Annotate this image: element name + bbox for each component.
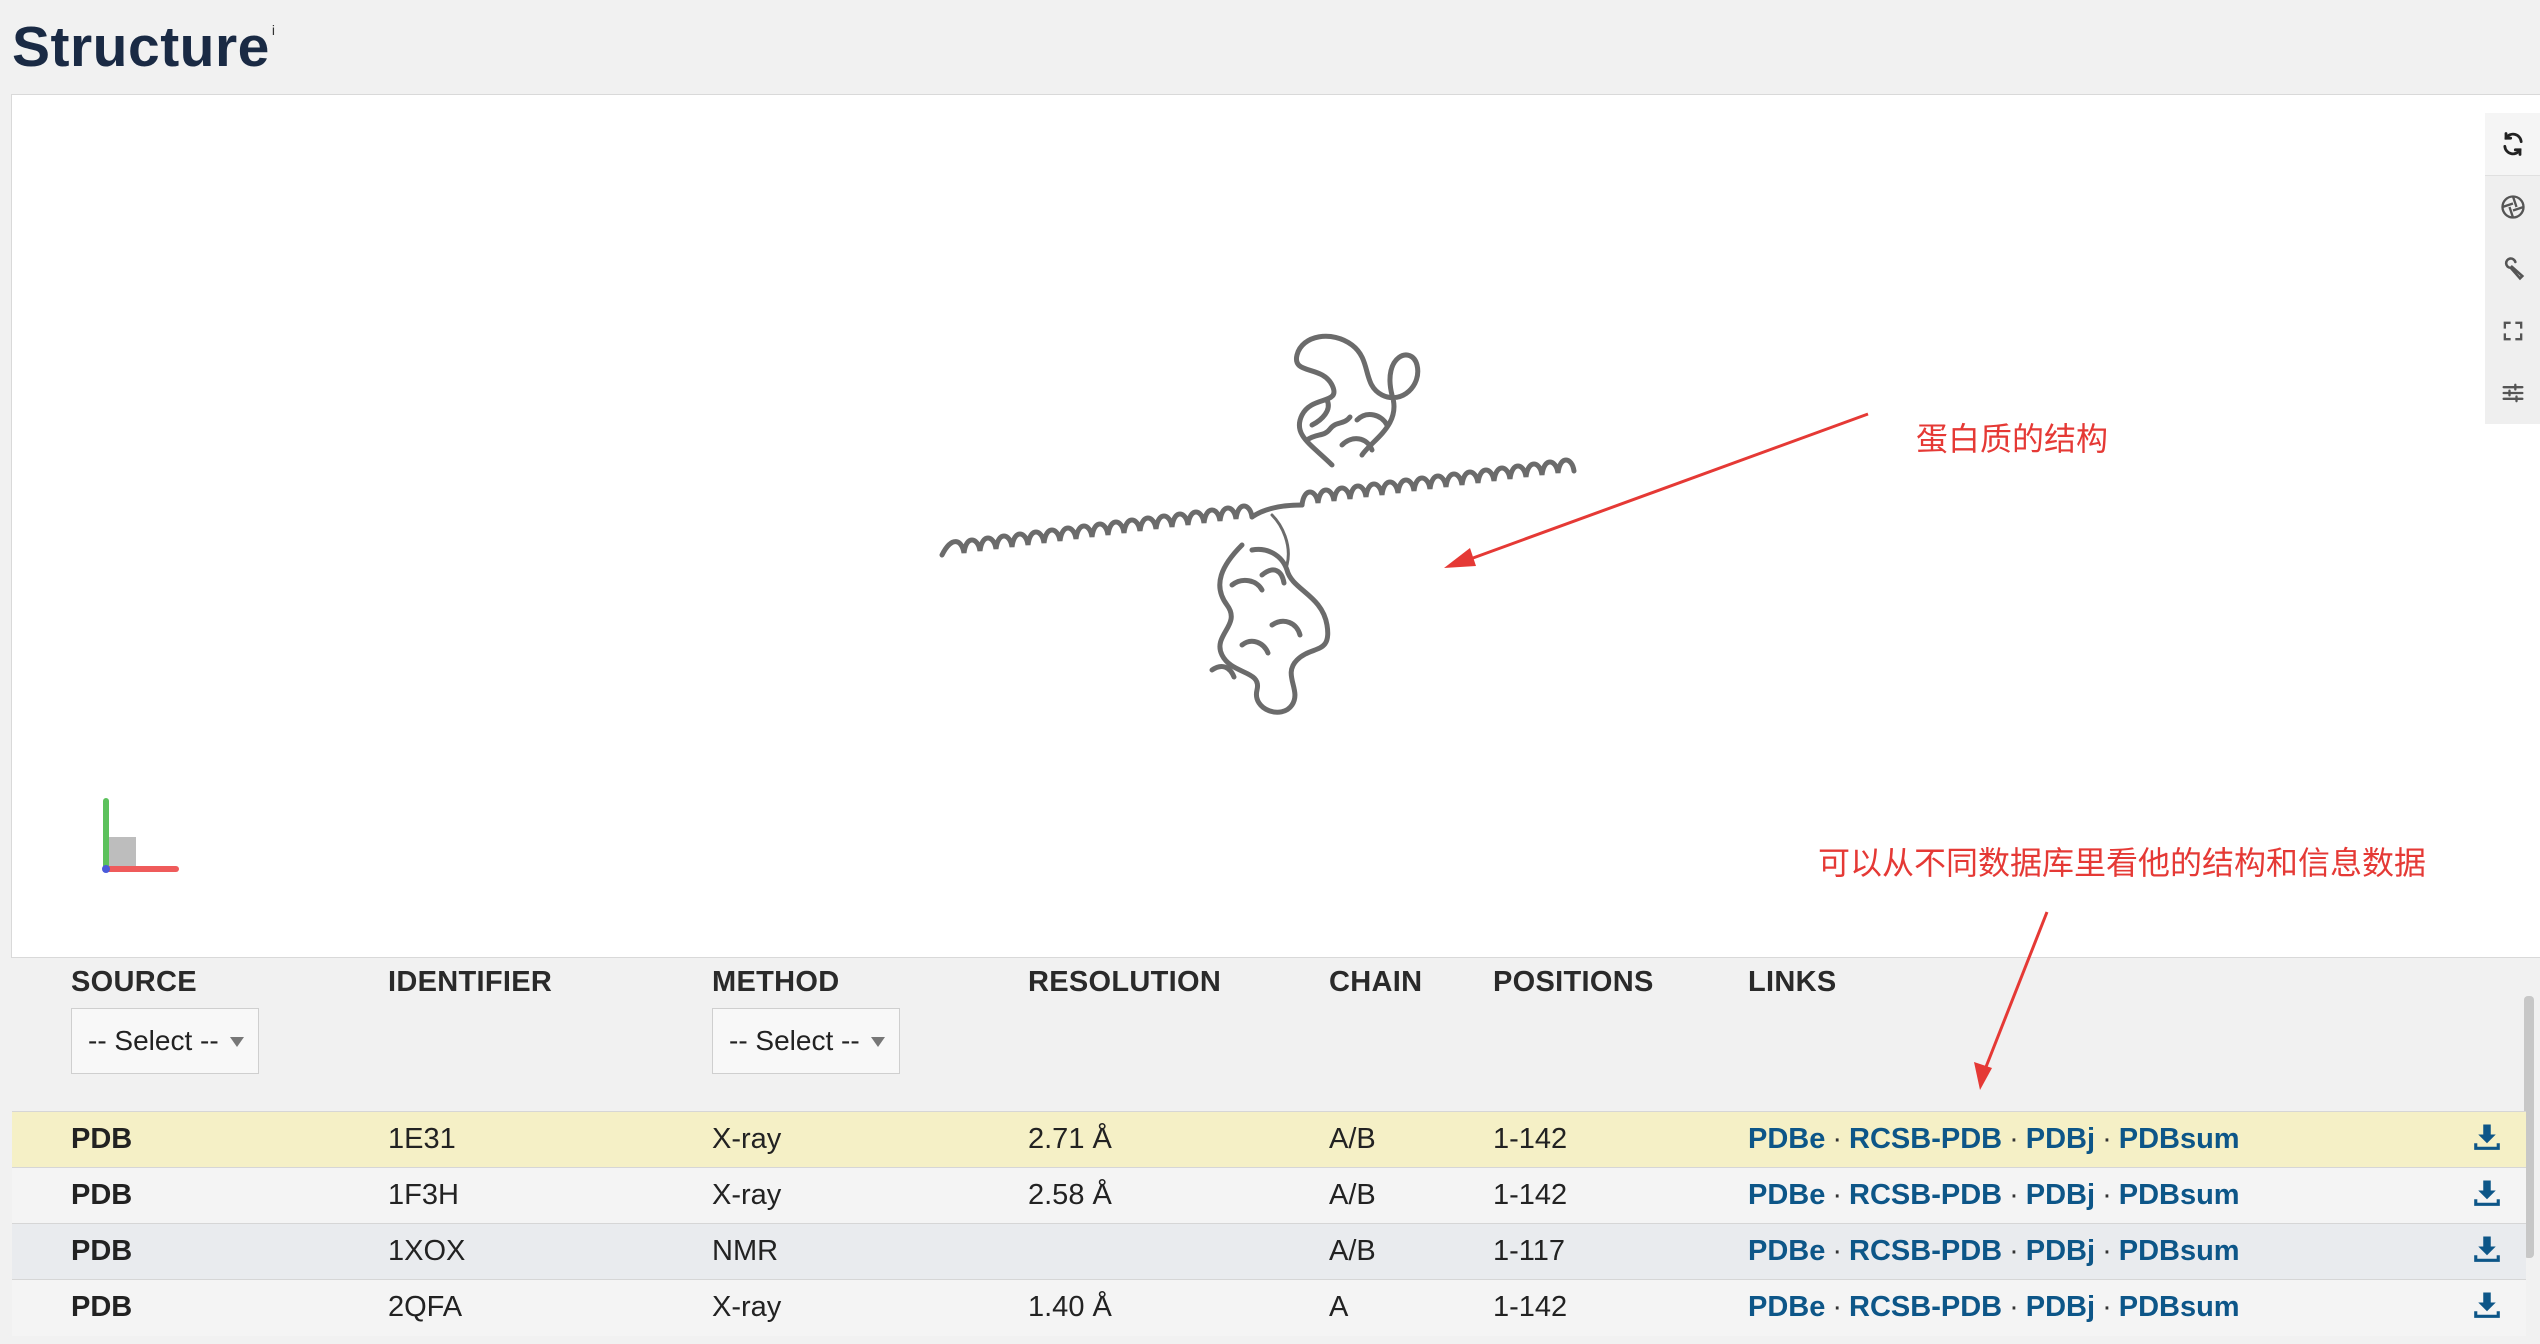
cell-source: PDB <box>71 1179 133 1211</box>
link-pdbsum[interactable]: PDBsum <box>2119 1291 2240 1323</box>
link-separator: · <box>2009 1235 2019 1267</box>
link-separator: · <box>1832 1123 1843 1155</box>
chevron-down-icon <box>230 1037 244 1047</box>
link-rcsb-pdb[interactable]: RCSB-PDB <box>1849 1235 2002 1267</box>
cell-identifier: 1E31 <box>388 1123 456 1155</box>
table-row[interactable]: PDB 2QFA X-ray 1.40 Å A 1-142 PDBe · RCSB-PDB · PD… <box>12 1279 2526 1336</box>
cell-positions: 1-142 <box>1493 1179 1568 1211</box>
page-title-text: Structure <box>12 15 270 79</box>
settings-button[interactable] <box>2485 362 2540 424</box>
header-resolution: RESOLUTION <box>1028 966 1222 998</box>
link-separator: · <box>1832 1179 1843 1211</box>
cell-positions: 1-142 <box>1493 1291 1568 1323</box>
cell-method: X-ray <box>712 1179 782 1211</box>
link-pdbj[interactable]: PDBj <box>2026 1179 2095 1211</box>
header-source: SOURCE <box>71 966 197 998</box>
tools-button[interactable] <box>2485 238 2540 300</box>
cell-resolution: 2.71 Å <box>1028 1123 1112 1155</box>
cell-source: PDB <box>71 1235 133 1267</box>
link-separator: · <box>2102 1179 2112 1211</box>
link-pdbe[interactable]: PDBe <box>1748 1123 1825 1155</box>
source-filter-select[interactable]: -- Select -- <box>71 1008 259 1074</box>
cell-source: PDB <box>71 1123 133 1155</box>
cell-chain: A/B <box>1329 1179 1376 1211</box>
chevron-down-icon <box>871 1037 885 1047</box>
header-identifier: IDENTIFIER <box>388 966 553 998</box>
link-rcsb-pdb[interactable]: RCSB-PDB <box>1849 1123 2002 1155</box>
download-icon[interactable] <box>2472 1290 2502 1320</box>
link-pdbj[interactable]: PDBj <box>2026 1123 2095 1155</box>
link-separator: · <box>2009 1291 2019 1323</box>
cell-method: NMR <box>712 1235 779 1267</box>
cell-source: PDB <box>71 1291 133 1323</box>
refresh-icon <box>2503 132 2523 156</box>
link-separator: · <box>2009 1179 2019 1211</box>
download-icon[interactable] <box>2472 1122 2502 1152</box>
structure-viewer[interactable] <box>11 94 2540 958</box>
header-chain: CHAIN <box>1329 966 1423 998</box>
link-pdbj[interactable]: PDBj <box>2026 1291 2095 1323</box>
cell-identifier: 1F3H <box>388 1179 459 1211</box>
cell-identifier: 2QFA <box>388 1291 463 1323</box>
link-separator: · <box>2102 1235 2112 1267</box>
header-links: LINKS <box>1748 966 1837 998</box>
cell-chain: A <box>1329 1291 1349 1323</box>
cell-method: X-ray <box>712 1123 782 1155</box>
link-pdbe[interactable]: PDBe <box>1748 1291 1825 1323</box>
wrench-icon <box>2504 257 2525 281</box>
cell-resolution: 2.58 Å <box>1028 1179 1112 1211</box>
cell-positions: 1-142 <box>1493 1123 1568 1155</box>
link-separator: · <box>2009 1123 2019 1155</box>
cell-links: PDBe · RCSB-PDB · PDBj · PDBsum <box>1748 1179 2240 1212</box>
download-icon[interactable] <box>2472 1178 2502 1208</box>
reset-view-button[interactable] <box>2485 113 2540 176</box>
table-row[interactable]: PDB 1XOX NMR A/B 1-117 PDBe · RCSB-PDB · PDBj · PDB… <box>12 1223 2526 1280</box>
link-separator: · <box>2102 1291 2112 1323</box>
link-rcsb-pdb[interactable]: RCSB-PDB <box>1849 1179 2002 1211</box>
info-marker[interactable]: i <box>272 22 276 38</box>
link-pdbsum[interactable]: PDBsum <box>2119 1235 2240 1267</box>
link-separator: · <box>1832 1291 1843 1323</box>
link-pdbsum[interactable]: PDBsum <box>2119 1179 2240 1211</box>
cell-identifier: 1XOX <box>388 1235 466 1267</box>
protein-structure-render[interactable] <box>912 325 1662 745</box>
cell-links: PDBe · RCSB-PDB · PDBj · PDBsum <box>1748 1235 2240 1268</box>
cell-links: PDBe · RCSB-PDB · PDBj · PDBsum <box>1748 1291 2240 1324</box>
cell-method: X-ray <box>712 1291 782 1323</box>
link-separator: · <box>1832 1235 1843 1267</box>
table-row[interactable]: PDB 1F3H X-ray 2.58 Å A/B 1-142 PDBe · RCSB-PDB ·… <box>12 1167 2526 1224</box>
cell-resolution: 1.40 Å <box>1028 1291 1112 1323</box>
download-icon[interactable] <box>2472 1234 2502 1264</box>
axes-gizmo <box>102 798 179 873</box>
link-rcsb-pdb[interactable]: RCSB-PDB <box>1849 1291 2002 1323</box>
viewer-toolbar <box>2485 113 2540 424</box>
screenshot-button[interactable] <box>2485 176 2540 238</box>
link-pdbe[interactable]: PDBe <box>1748 1179 1825 1211</box>
header-method: METHOD <box>712 966 840 998</box>
source-filter-value: -- Select -- <box>88 1025 219 1056</box>
camera-aperture-icon <box>2501 195 2525 219</box>
fullscreen-button[interactable] <box>2485 300 2540 362</box>
header-positions: POSITIONS <box>1493 966 1654 998</box>
link-separator: · <box>2102 1123 2112 1155</box>
structures-table: SOURCE IDENTIFIER METHOD RESOLUTION CHAI… <box>0 956 2540 1344</box>
table-row[interactable]: PDB 1E31 X-ray 2.71 Å A/B 1-142 PDBe · RCSB-PDB ·… <box>12 1111 2526 1168</box>
page-title: Structure i <box>12 14 276 80</box>
link-pdbe[interactable]: PDBe <box>1748 1235 1825 1267</box>
structure-annotation: 蛋白质的结构 <box>1916 421 2109 457</box>
fullscreen-icon <box>2503 321 2523 341</box>
link-pdbsum[interactable]: PDBsum <box>2119 1123 2240 1155</box>
link-pdbj[interactable]: PDBj <box>2026 1235 2095 1267</box>
cell-chain: A/B <box>1329 1123 1376 1155</box>
sliders-icon <box>2502 383 2524 403</box>
cell-links: PDBe · RCSB-PDB · PDBj · PDBsum <box>1748 1123 2240 1156</box>
databases-annotation: 可以从不同数据库里看他的结构和信息数据 <box>1818 845 2427 881</box>
method-filter-value: -- Select -- <box>729 1025 860 1056</box>
method-filter-select[interactable]: -- Select -- <box>712 1008 900 1074</box>
cell-positions: 1-117 <box>1493 1235 1566 1267</box>
cell-chain: A/B <box>1329 1235 1376 1267</box>
